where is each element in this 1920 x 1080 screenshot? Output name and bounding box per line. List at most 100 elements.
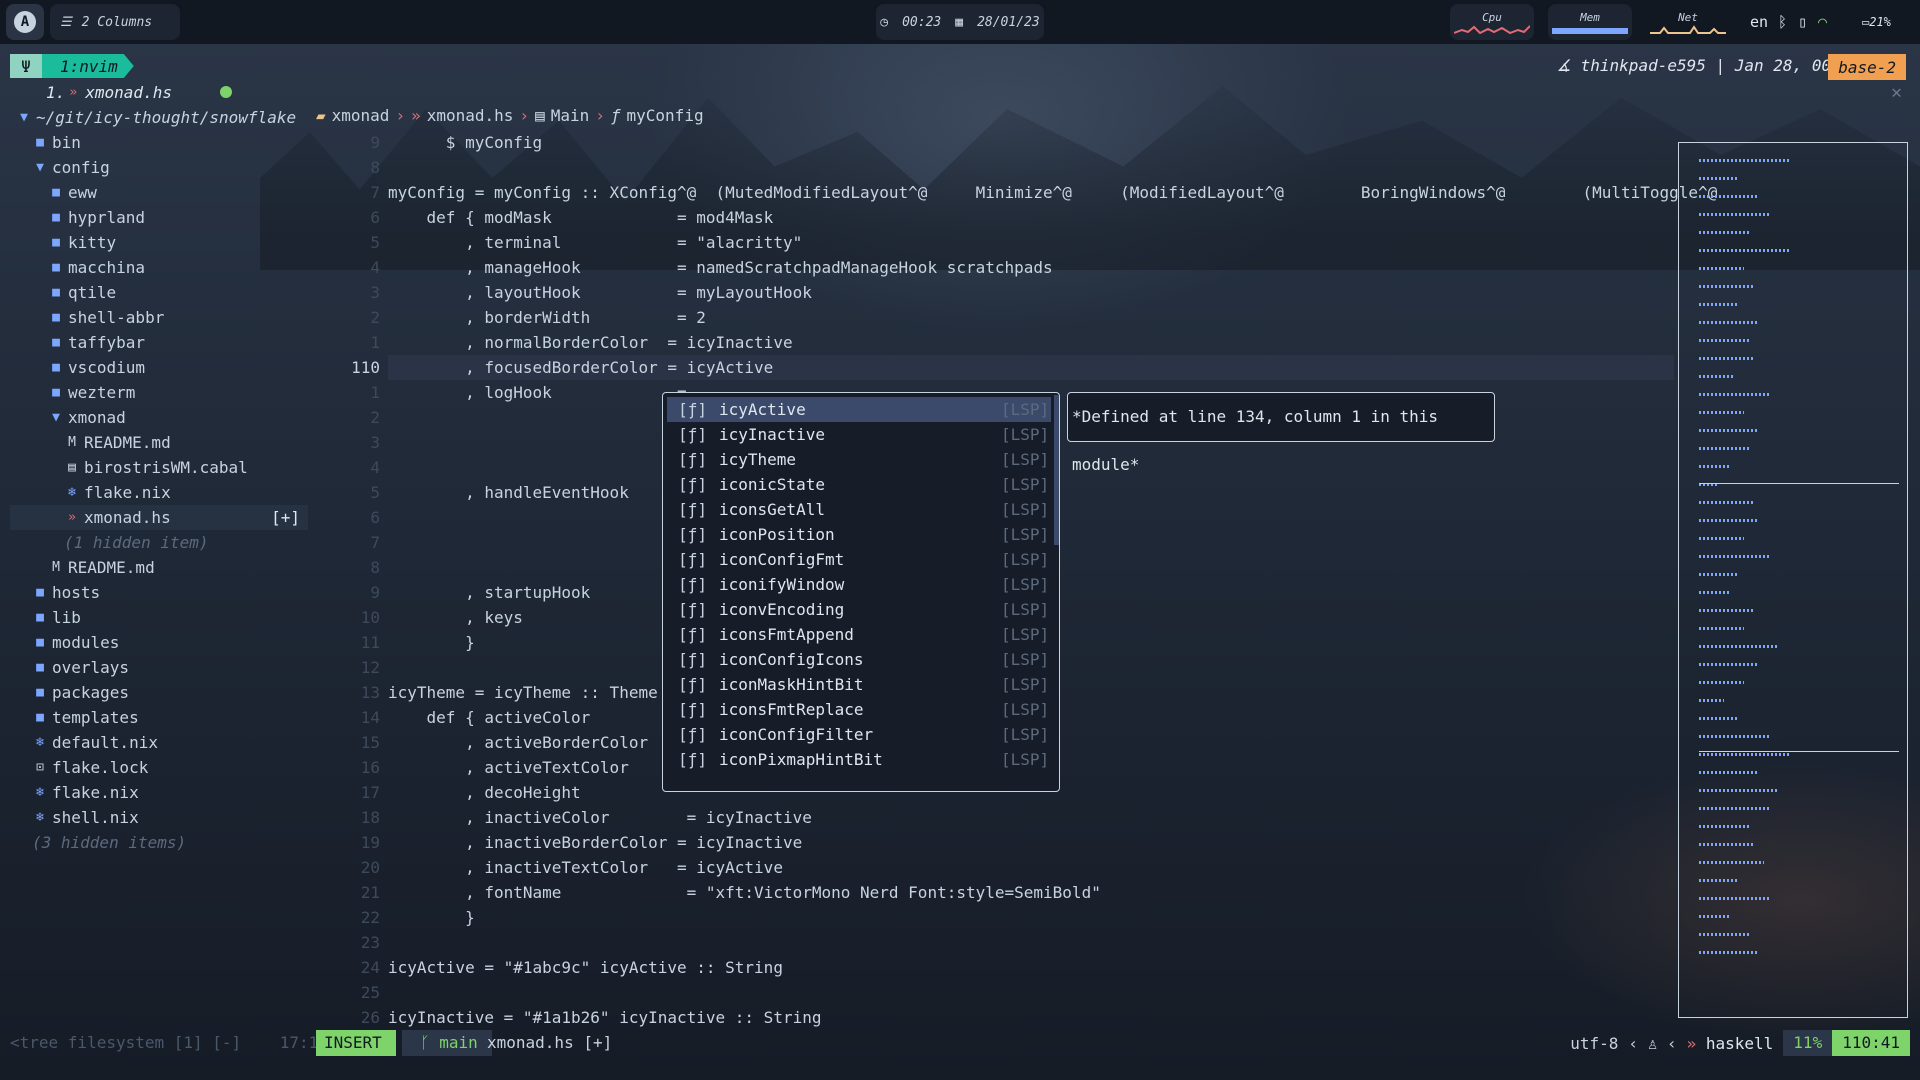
code-line[interactable]: def { activeColor	[388, 705, 591, 730]
clock-widget[interactable]: ◷ 00:23 ▦ 28/01/23	[876, 4, 1044, 40]
tree-item[interactable]: ❄ shell.nix	[10, 805, 308, 830]
tree-item[interactable]: ■ hosts	[10, 580, 308, 605]
tree-hidden-items[interactable]: (1 hidden item)	[10, 530, 308, 555]
tree-item[interactable]: ■ kitty	[10, 230, 308, 255]
completion-scrollbar[interactable]	[1054, 395, 1059, 545]
completion-item[interactable]: [ƒ] icyInactive [LSP]	[667, 422, 1051, 447]
tmux-window-tab[interactable]: 1:nvim	[42, 54, 134, 78]
tree-item[interactable]: ■ qtile	[10, 280, 308, 305]
completion-item[interactable]: [ƒ] iconConfigFilter [LSP]	[667, 722, 1051, 747]
wifi-icon[interactable]: ◠	[1818, 0, 1827, 44]
tree-item-label: wezterm	[68, 383, 136, 402]
tree-item[interactable]: ■ modules	[10, 630, 308, 655]
tree-item[interactable]: ■ shell-abbr	[10, 305, 308, 330]
tree-item[interactable]: ⊡ flake.lock	[10, 755, 308, 780]
code-line[interactable]: , fontName = "xft:VictorMono Nerd Font:s…	[388, 880, 1101, 905]
completion-item[interactable]: [ƒ] icyTheme [LSP]	[667, 447, 1051, 472]
code-line[interactable]: , focusedBorderColor = icyActive	[388, 355, 773, 380]
net-widget[interactable]: Net	[1646, 4, 1730, 40]
phone-icon[interactable]: ▯	[1798, 0, 1807, 44]
tree-item[interactable]: ❄ flake.nix	[10, 780, 308, 805]
code-line[interactable]: def { modMask = mod4Mask	[388, 205, 774, 230]
tree-item[interactable]: ■ taffybar	[10, 330, 308, 355]
completion-item[interactable]: [ƒ] iconMaskHintBit [LSP]	[667, 672, 1051, 697]
layout-indicator[interactable]: ☰ 2 Columns	[50, 4, 180, 40]
code-line[interactable]: , inactiveColor = icyInactive	[388, 805, 812, 830]
code-line[interactable]: icyTheme = icyTheme :: Theme	[388, 680, 658, 705]
tree-item[interactable]: ❄ flake.nix	[10, 480, 308, 505]
code-line[interactable]: $ myConfig	[388, 130, 542, 155]
breadcrumb-file[interactable]: xmonad.hs	[427, 106, 514, 125]
breadcrumb-symbol[interactable]: myConfig	[627, 106, 704, 125]
tree-item[interactable]: ■ wezterm	[10, 380, 308, 405]
completion-kind: [ƒ]	[678, 600, 707, 619]
code-line[interactable]: , decoHeight	[388, 780, 581, 805]
code-line[interactable]: , handleEventHook =	[388, 480, 687, 505]
code-line[interactable]: }	[388, 630, 475, 655]
tree-item[interactable]: ▼ config	[10, 155, 308, 180]
completion-item[interactable]: [ƒ] iconsFmtReplace [LSP]	[667, 697, 1051, 722]
buffer-entry[interactable]: 1. » xmonad.hs	[10, 80, 308, 105]
code-line[interactable]: icyActive = "#1abc9c" icyActive :: Strin…	[388, 955, 783, 980]
minimap[interactable]	[1678, 142, 1908, 1018]
tmux-session-badge[interactable]: base-2	[1828, 54, 1906, 80]
completion-item[interactable]: [ƒ] iconConfigIcons [LSP]	[667, 647, 1051, 672]
battery-widget[interactable]: ▭ 21%	[1862, 0, 1891, 44]
code-line[interactable]: , normalBorderColor = icyInactive	[388, 330, 793, 355]
completion-item[interactable]: [ƒ] icyActive [LSP]	[667, 397, 1051, 422]
tree-item[interactable]: ❄ default.nix	[10, 730, 308, 755]
code-line[interactable]: myConfig = myConfig :: XConfig^@ (MutedM…	[388, 180, 1717, 205]
tree-item[interactable]: ■ eww	[10, 180, 308, 205]
completion-item[interactable]: [ƒ] iconConfigFmt [LSP]	[667, 547, 1051, 572]
code-line[interactable]: , keys =	[388, 605, 687, 630]
bluetooth-icon[interactable]: ᛒ	[1778, 0, 1787, 44]
mem-widget[interactable]: Mem	[1548, 4, 1632, 40]
keyboard-layout[interactable]: en	[1750, 0, 1768, 44]
git-branch[interactable]: ᚴ main	[402, 1030, 492, 1056]
code-line[interactable]: icyInactive = "#1a1b26" icyInactive :: S…	[388, 1005, 821, 1030]
tree-item[interactable]: ■ templates	[10, 705, 308, 730]
cpu-widget[interactable]: Cpu	[1450, 4, 1534, 40]
completion-menu[interactable]: [ƒ] icyActive [LSP] [ƒ] icyInactive [LSP] [ƒ] i…	[662, 392, 1060, 792]
breadcrumb-folder[interactable]: xmonad	[332, 106, 390, 125]
code-line[interactable]: , inactiveBorderColor = icyInactive	[388, 830, 802, 855]
tree-item[interactable]: ■ lib	[10, 605, 308, 630]
code-line[interactable]: }	[388, 905, 475, 930]
tree-item[interactable]: » xmonad.hs [+]	[10, 505, 308, 530]
completion-item[interactable]: [ƒ] iconsGetAll [LSP]	[667, 497, 1051, 522]
tmux-session-icon[interactable]: Ψ	[10, 54, 42, 78]
tree-item[interactable]: ■ packages	[10, 680, 308, 705]
code-line[interactable]: , layoutHook = myLayoutHook	[388, 280, 812, 305]
completion-name: iconMaskHintBit	[719, 675, 864, 694]
tree-item[interactable]: ■ overlays	[10, 655, 308, 680]
tree-item[interactable]: ▼ xmonad	[10, 405, 308, 430]
completion-item[interactable]: [ƒ] iconPosition [LSP]	[667, 522, 1051, 547]
code-line[interactable]: , activeTextColor	[388, 755, 629, 780]
code-line[interactable]: , terminal = "alacritty"	[388, 230, 802, 255]
completion-item[interactable]: [ƒ] iconvEncoding [LSP]	[667, 597, 1051, 622]
code-line[interactable]: , logHook =	[388, 380, 687, 405]
tree-item[interactable]: M README.md	[10, 555, 308, 580]
tmux-status: Ψ 1:nvim	[10, 54, 134, 78]
code-line[interactable]: , manageHook = namedScratchpadManageHook…	[388, 255, 1053, 280]
code-line[interactable]: , activeBorderColor	[388, 730, 648, 755]
tree-item[interactable]: ■ vscodium	[10, 355, 308, 380]
code-line[interactable]: , borderWidth = 2	[388, 305, 706, 330]
tree-item[interactable]: ▤ birostrisWM.cabal	[10, 455, 308, 480]
completion-item[interactable]: [ƒ] iconsFmtAppend [LSP]	[667, 622, 1051, 647]
breadcrumb-module[interactable]: Main	[551, 106, 590, 125]
tree-item[interactable]: ■ macchina	[10, 255, 308, 280]
code-line[interactable]: , inactiveTextColor = icyActive	[388, 855, 783, 880]
tree-hidden-items[interactable]: (3 hidden items)	[10, 830, 308, 855]
completion-item[interactable]: [ƒ] iconicState [LSP]	[667, 472, 1051, 497]
close-icon[interactable]: ✕	[1891, 82, 1902, 103]
tree-item[interactable]: M README.md	[10, 430, 308, 455]
tree-root[interactable]: ▼ ~/git/icy-thought/snowflake	[10, 105, 308, 130]
launcher-button[interactable]: A	[6, 4, 44, 40]
tree-item[interactable]: ■ hyprland	[10, 205, 308, 230]
code-line[interactable]: , startupHook =	[388, 580, 687, 605]
completion-item[interactable]: [ƒ] iconPixmapHintBit [LSP]	[667, 747, 1051, 772]
tree-item[interactable]: ■ bin	[10, 130, 308, 155]
line-number: 8	[370, 158, 380, 177]
completion-item[interactable]: [ƒ] iconifyWindow [LSP]	[667, 572, 1051, 597]
